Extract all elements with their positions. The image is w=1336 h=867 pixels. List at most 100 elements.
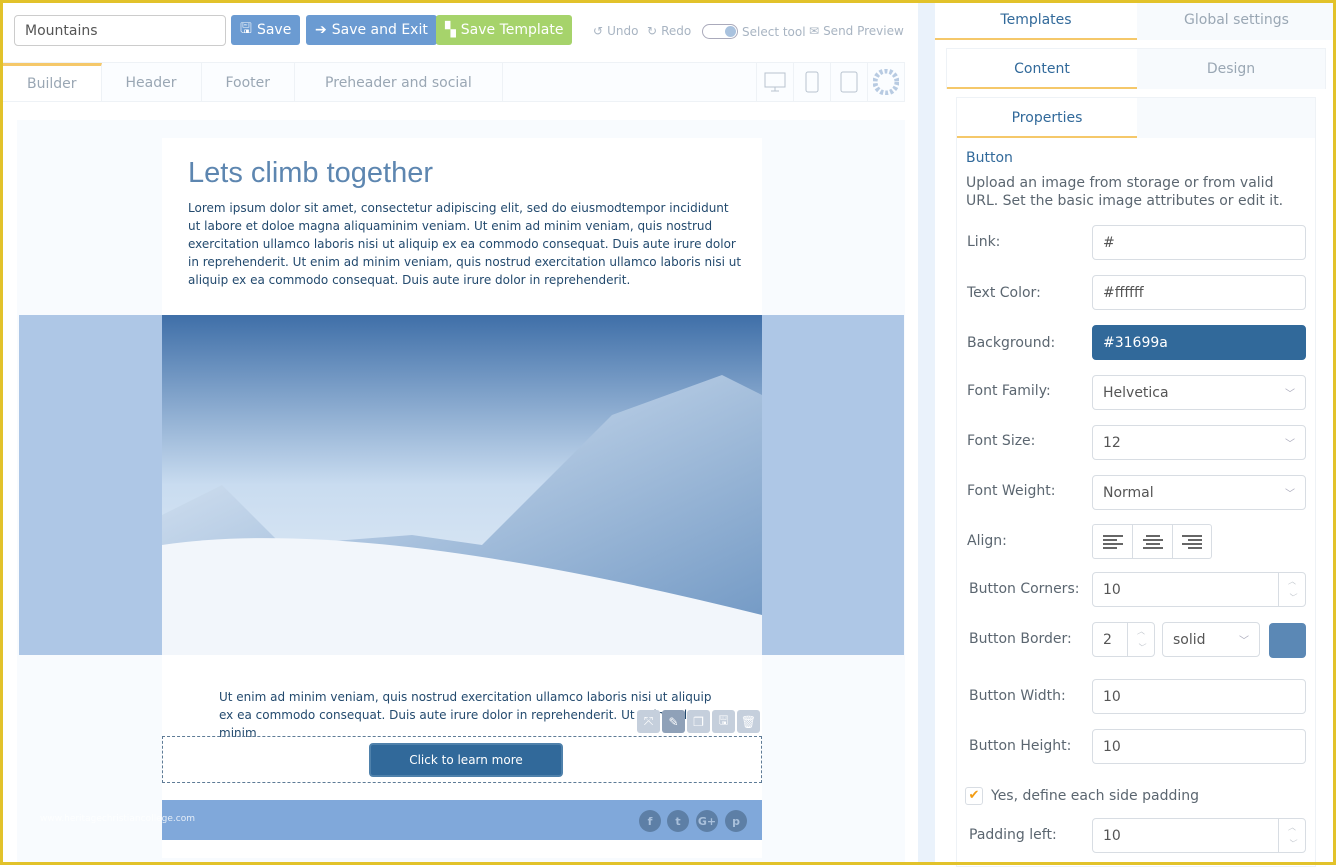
tab-header[interactable]: Header xyxy=(102,63,202,101)
padding-left-value: 10 xyxy=(1103,827,1121,844)
font-weight-label: Font Weight: xyxy=(967,483,1056,499)
width-value: 10 xyxy=(1103,688,1121,705)
redo-label: Redo xyxy=(661,24,692,38)
width-label: Button Width: xyxy=(969,688,1066,704)
border-color-swatch[interactable] xyxy=(1269,623,1306,658)
tab-builder[interactable]: Builder xyxy=(3,63,102,101)
corners-label: Button Corners: xyxy=(969,581,1080,597)
duplicate-icon[interactable]: ❐ xyxy=(687,710,710,733)
padding-checkbox[interactable]: ✔ xyxy=(965,787,983,805)
tab-global-settings[interactable]: Global settings xyxy=(1137,0,1336,40)
panel-divider xyxy=(918,0,935,865)
save-template-button[interactable]: ▚ Save Template xyxy=(436,15,573,45)
template-icon: ▚ xyxy=(445,22,456,38)
undo-label: Undo xyxy=(607,24,639,38)
save-exit-label: Save and Exit xyxy=(331,22,428,38)
tab-design[interactable]: Design xyxy=(1137,49,1325,89)
tablet-icon[interactable] xyxy=(830,63,867,101)
chevron-down-icon: ﹀ xyxy=(1285,439,1295,450)
border-label: Button Border: xyxy=(969,631,1072,647)
send-preview-label: Send Preview xyxy=(823,24,904,38)
pinterest-icon[interactable]: p xyxy=(725,810,747,832)
trash-icon[interactable]: 🗑 xyxy=(737,710,760,733)
select-tool-toggle[interactable]: Select tool xyxy=(702,24,806,39)
tab-content[interactable]: Content xyxy=(947,49,1137,89)
align-left-icon[interactable] xyxy=(1093,525,1133,558)
envelope-icon: ✉ xyxy=(809,24,820,38)
undo-icon: ↺ xyxy=(593,24,604,38)
redo-button[interactable]: ↻ Redo xyxy=(647,24,691,38)
template-name-input[interactable] xyxy=(14,15,226,46)
link-input[interactable]: # xyxy=(1092,225,1306,260)
tab-properties[interactable]: Properties xyxy=(957,98,1137,138)
toggle-switch[interactable] xyxy=(702,24,738,39)
select-tool-label: Select tool xyxy=(742,24,806,39)
border-width-stepper[interactable]: 2 ︿ ﹀ xyxy=(1092,622,1155,657)
send-preview-button[interactable]: ✉ Send Preview xyxy=(809,24,904,38)
width-input[interactable]: 10 xyxy=(1092,679,1306,714)
google-plus-icon[interactable]: G+ xyxy=(696,810,718,832)
tab-footer[interactable]: Footer xyxy=(202,63,296,101)
align-center-icon[interactable] xyxy=(1133,525,1173,558)
padding-checkbox-label: Yes, define each side padding xyxy=(991,788,1199,804)
tab-templates[interactable]: Templates xyxy=(935,0,1137,40)
email-intro-text[interactable]: Lorem ipsum dolor sit amet, consectetur … xyxy=(188,199,744,289)
tab-preheader[interactable]: Preheader and social xyxy=(295,63,503,101)
settings-wheel-icon[interactable] xyxy=(867,63,904,101)
stepper-arrows-icon[interactable]: ︿ ﹀ xyxy=(1278,819,1305,852)
font-size-label: Font Size: xyxy=(967,433,1036,449)
background-input[interactable]: #31699a xyxy=(1092,325,1306,360)
link-value: # xyxy=(1103,234,1115,251)
chevron-down-icon: ﹀ xyxy=(1285,489,1295,500)
section-title: Button xyxy=(966,150,1013,166)
save-exit-button[interactable]: ➔ Save and Exit xyxy=(306,15,437,45)
background-value: #31699a xyxy=(1103,334,1168,351)
save-label: Save xyxy=(256,22,292,38)
save-template-label: Save Template xyxy=(460,22,564,38)
stepper-arrows-icon[interactable]: ︿ ﹀ xyxy=(1278,573,1305,606)
stepper-arrows-icon[interactable]: ︿ ﹀ xyxy=(1127,623,1154,656)
section-description: Upload an image from storage or from val… xyxy=(966,175,1284,209)
background-label: Background: xyxy=(967,335,1056,351)
floppy-icon: 🖫 xyxy=(240,21,252,37)
font-size-value: 12 xyxy=(1103,434,1121,451)
phone-icon[interactable] xyxy=(793,63,830,101)
align-label: Align: xyxy=(967,533,1007,549)
text-color-value: #ffffff xyxy=(1103,284,1144,301)
height-value: 10 xyxy=(1103,738,1121,755)
font-size-select[interactable]: 12 ﹀ xyxy=(1092,425,1306,460)
chevron-down-icon: ﹀ xyxy=(1239,636,1249,647)
padding-left-label: Padding left: xyxy=(969,827,1057,843)
chevron-down-icon: ﹀ xyxy=(1285,389,1295,400)
move-icon[interactable]: ⤧ xyxy=(637,710,660,733)
font-family-value: Helvetica xyxy=(1103,384,1169,401)
text-color-input[interactable]: #ffffff xyxy=(1092,275,1306,310)
height-input[interactable]: 10 xyxy=(1092,729,1306,764)
builder-tabs: Builder Header Footer Preheader and soci… xyxy=(2,62,905,102)
link-label: Link: xyxy=(967,234,1001,250)
text-color-label: Text Color: xyxy=(967,285,1041,301)
font-weight-value: Normal xyxy=(1103,484,1154,501)
wrench-icon[interactable]: ✎ xyxy=(662,710,685,733)
twitter-icon[interactable]: t xyxy=(667,810,689,832)
save-button[interactable]: 🖫 Save xyxy=(231,15,301,45)
corners-stepper[interactable]: 10 ︿ ﹀ xyxy=(1092,572,1306,607)
border-width-value: 2 xyxy=(1103,631,1112,648)
font-weight-select[interactable]: Normal ﹀ xyxy=(1092,475,1306,510)
facebook-icon[interactable]: f xyxy=(639,810,661,832)
mountain-image[interactable] xyxy=(162,315,762,655)
desktop-icon[interactable] xyxy=(756,63,793,101)
undo-button[interactable]: ↺ Undo xyxy=(593,24,638,38)
padding-left-stepper[interactable]: 10 ︿ ﹀ xyxy=(1092,818,1306,853)
cta-button[interactable]: Click to learn more xyxy=(369,743,563,777)
email-title[interactable]: Lets climb together xyxy=(188,157,433,190)
border-style-select[interactable]: solid ﹀ xyxy=(1162,622,1260,657)
corners-value: 10 xyxy=(1103,581,1121,598)
font-family-label: Font Family: xyxy=(967,383,1051,399)
save-block-icon[interactable]: 🖫 xyxy=(712,710,735,733)
redo-icon: ↻ xyxy=(647,24,658,38)
exit-icon: ➔ xyxy=(315,22,327,38)
font-family-select[interactable]: Helvetica ﹀ xyxy=(1092,375,1306,410)
watermark: www.heritagechristiancollege.com xyxy=(40,814,195,824)
align-right-icon[interactable] xyxy=(1173,525,1211,558)
